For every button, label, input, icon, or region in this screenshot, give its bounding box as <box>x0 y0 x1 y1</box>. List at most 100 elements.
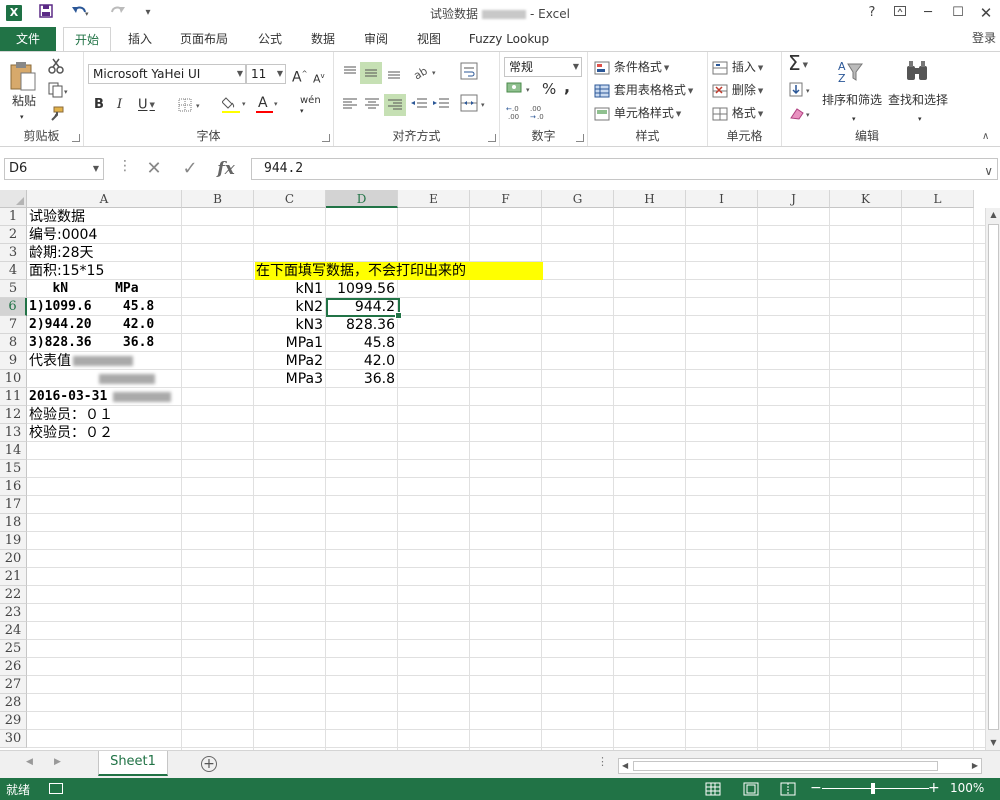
row-header-10[interactable]: 10 <box>0 370 27 388</box>
row-header-25[interactable]: 25 <box>0 640 27 658</box>
align-right-icon[interactable] <box>384 94 406 116</box>
column-header-c[interactable]: C <box>254 190 326 208</box>
sort-filter-button[interactable]: 排序和筛选 <box>822 92 882 108</box>
insert-cells-button[interactable]: 插入 ▼ <box>712 58 763 77</box>
bold-button[interactable]: B <box>94 96 104 114</box>
scroll-down-icon[interactable]: ▼ <box>986 736 1000 750</box>
row-header-24[interactable]: 24 <box>0 622 27 640</box>
cell-a4[interactable]: 面积:15*15 <box>29 262 104 280</box>
font-name-combo[interactable]: Microsoft YaHei UI ▼ <box>88 64 246 84</box>
column-header-d[interactable]: D <box>326 190 398 208</box>
cell-a11[interactable]: 2016-03-31 <box>29 388 172 406</box>
tab-formulas[interactable]: 公式 <box>250 27 290 51</box>
tab-home[interactable]: 开始 <box>63 27 111 52</box>
cell-a13[interactable]: 校验员：０２ <box>29 424 113 442</box>
row-header-4[interactable]: 4 <box>0 262 27 280</box>
scroll-right-icon[interactable]: ▶ <box>972 759 978 773</box>
row-header-27[interactable]: 27 <box>0 676 27 694</box>
row-header-17[interactable]: 17 <box>0 496 27 514</box>
copy-icon[interactable]: ▾ <box>48 82 70 103</box>
cell-a2[interactable]: 编号:0004 <box>29 226 97 244</box>
row-header-2[interactable]: 2 <box>0 226 27 244</box>
decrease-indent-icon[interactable] <box>410 96 428 117</box>
row-header-13[interactable]: 13 <box>0 424 27 442</box>
conditional-formatting-button[interactable]: 条件格式 ▼ <box>594 58 669 77</box>
cell-a3[interactable]: 龄期:28天 <box>29 244 94 262</box>
paste-button[interactable]: 粘贴 <box>12 92 36 110</box>
cell-a1[interactable]: 试验数据 <box>29 208 85 226</box>
cell-a5[interactable]: kN MPa <box>29 280 138 298</box>
number-format-combo[interactable]: 常规 ▼ <box>504 57 582 77</box>
zoom-level[interactable]: 100% <box>950 781 984 795</box>
page-layout-view-icon[interactable] <box>743 782 759 796</box>
decrease-decimal-icon[interactable]: .00 → .0 <box>530 104 548 122</box>
cell-styles-button[interactable]: 单元格样式 ▼ <box>594 104 681 123</box>
comma-style-button[interactable]: , <box>564 78 570 96</box>
column-header-j[interactable]: J <box>758 190 830 208</box>
align-top-icon[interactable] <box>342 64 358 85</box>
cell-a8[interactable]: 3)828.36 36.8 <box>29 334 154 352</box>
tab-page-layout[interactable]: 页面布局 <box>172 27 236 51</box>
select-all-button[interactable] <box>0 190 27 208</box>
row-header-18[interactable]: 18 <box>0 514 27 532</box>
cell-a6[interactable]: 1)1099.6 45.8 <box>29 298 154 316</box>
cell-c5[interactable]: kN1 <box>254 280 326 298</box>
tab-review[interactable]: 审阅 <box>356 27 396 51</box>
shrink-font-button[interactable]: Av <box>313 67 325 89</box>
row-header-29[interactable]: 29 <box>0 712 27 730</box>
merge-center-icon[interactable]: ▾ <box>460 94 490 117</box>
insert-function-icon[interactable]: fx <box>214 157 238 181</box>
row-header-6[interactable]: 6 <box>0 298 27 316</box>
row-header-8[interactable]: 8 <box>0 334 27 352</box>
sort-filter-icon[interactable]: AZ <box>836 58 866 91</box>
row-header-16[interactable]: 16 <box>0 478 27 496</box>
tab-data[interactable]: 数据 <box>303 27 343 51</box>
cell-a10[interactable] <box>99 370 155 388</box>
font-size-combo[interactable]: 11 ▼ <box>246 64 286 84</box>
spreadsheet-grid[interactable]: ABCDEFGHIJKL 1 2 3 4 5 6 7 8 9 10 11 12 13 14 15 16 17 18… <box>0 190 1000 750</box>
row-header-23[interactable]: 23 <box>0 604 27 622</box>
cell-d8[interactable]: 45.8 <box>326 334 398 352</box>
column-header-f[interactable]: F <box>470 190 542 208</box>
tab-fuzzy-lookup[interactable]: Fuzzy Lookup <box>464 27 554 51</box>
cell-c9[interactable]: MPa2 <box>254 352 326 370</box>
fill-color-icon[interactable]: ▾ <box>221 94 250 119</box>
tab-file[interactable]: 文件 <box>0 27 56 51</box>
cell-d9[interactable]: 42.0 <box>326 352 398 370</box>
align-bottom-icon[interactable] <box>386 64 402 85</box>
row-header-21[interactable]: 21 <box>0 568 27 586</box>
zoom-slider[interactable] <box>822 788 929 789</box>
column-header-e[interactable]: E <box>398 190 470 208</box>
delete-cells-button[interactable]: 删除 ▼ <box>712 81 763 100</box>
maximize-icon[interactable]: ☐ <box>944 3 972 23</box>
row-header-20[interactable]: 20 <box>0 550 27 568</box>
find-select-button[interactable]: 查找和选择 <box>888 92 948 108</box>
page-break-view-icon[interactable] <box>780 782 796 796</box>
cell-a12[interactable]: 检验员：０１ <box>29 406 113 424</box>
scroll-up-icon[interactable]: ▲ <box>986 208 1000 222</box>
next-sheet-icon[interactable]: ▶ <box>54 757 61 767</box>
name-box[interactable]: D6 ▼ <box>4 158 104 180</box>
cell-c4[interactable]: 在下面填写数据，不会打印出来的 <box>256 262 466 280</box>
column-header-l[interactable]: L <box>902 190 974 208</box>
zoom-in-icon[interactable]: + <box>928 780 940 796</box>
horizontal-scroll-thumb[interactable] <box>633 761 938 771</box>
row-header-5[interactable]: 5 <box>0 280 27 298</box>
row-header-22[interactable]: 22 <box>0 586 27 604</box>
increase-decimal-icon[interactable]: ← .0.00 <box>506 104 524 122</box>
cell-a9[interactable]: 代表值 <box>29 352 133 370</box>
cell-d7[interactable]: 828.36 <box>326 316 398 334</box>
column-header-i[interactable]: I <box>686 190 758 208</box>
vertical-scrollbar[interactable]: ▲ ▼ <box>985 208 1000 750</box>
column-header-h[interactable]: H <box>614 190 686 208</box>
format-cells-button[interactable]: 格式 ▼ <box>712 104 763 123</box>
row-header-11[interactable]: 11 <box>0 388 27 406</box>
cut-icon[interactable] <box>48 58 64 79</box>
align-left-icon[interactable] <box>342 96 358 117</box>
row-header-1[interactable]: 1 <box>0 208 27 226</box>
sheet-tab-sheet1[interactable]: Sheet1 <box>98 751 168 776</box>
add-sheet-icon[interactable]: + <box>201 756 217 772</box>
row-header-14[interactable]: 14 <box>0 442 27 460</box>
find-binoculars-icon[interactable] <box>904 58 930 89</box>
cell-c10[interactable]: MPa3 <box>254 370 326 388</box>
